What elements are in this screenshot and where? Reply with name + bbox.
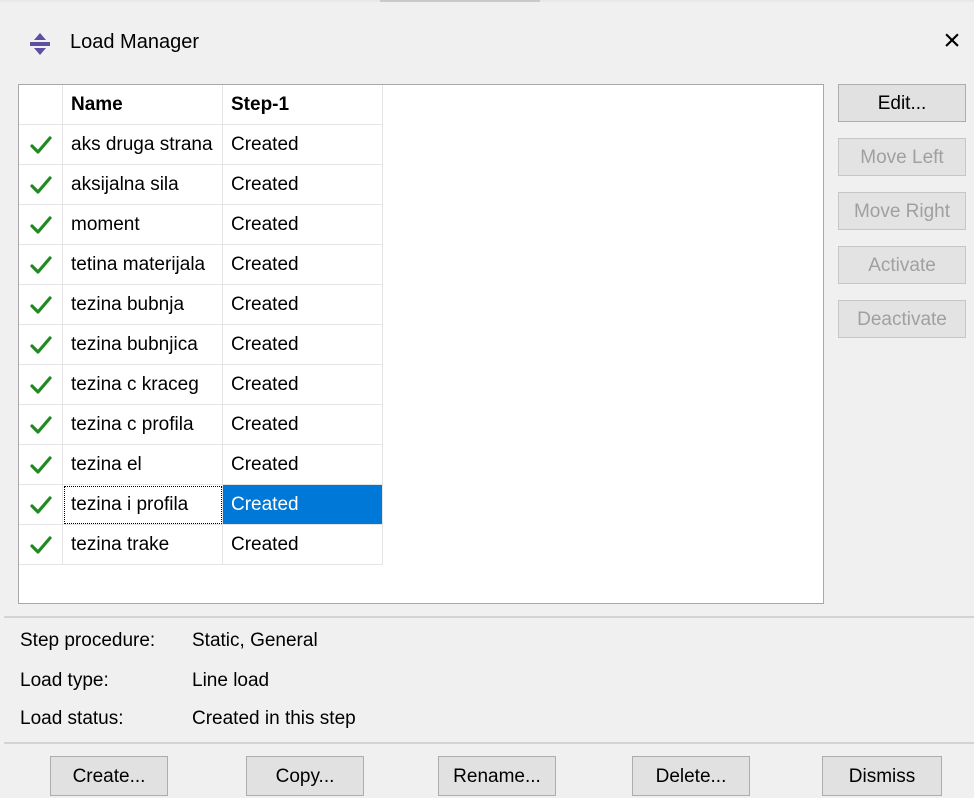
- step-status-cell[interactable]: Created: [223, 285, 383, 325]
- checkmark-icon: [29, 535, 52, 554]
- status-cell[interactable]: [19, 285, 63, 325]
- load-name-cell[interactable]: moment: [63, 205, 223, 245]
- table-row[interactable]: aks druga strana Created: [19, 125, 383, 165]
- step-status-cell[interactable]: Created: [223, 205, 383, 245]
- checkmark-icon: [29, 255, 52, 274]
- table-header: Name Step-1: [19, 85, 383, 125]
- load-name-cell[interactable]: tezina c kraceg: [63, 365, 223, 405]
- delete-button[interactable]: Delete...: [632, 756, 750, 796]
- step-status-cell[interactable]: Created: [223, 405, 383, 445]
- step-status-cell[interactable]: Created: [223, 365, 383, 405]
- load-type-value: Line load: [192, 670, 270, 691]
- title-bar: Load Manager ×: [0, 14, 974, 72]
- status-cell[interactable]: [19, 205, 63, 245]
- deactivate-button[interactable]: Deactivate: [838, 300, 966, 338]
- step-status-cell[interactable]: Created: [223, 245, 383, 285]
- edit-button[interactable]: Edit...: [838, 84, 966, 122]
- load-name-cell[interactable]: tezina trake: [63, 525, 223, 565]
- window-title: Load Manager: [70, 31, 199, 53]
- status-cell[interactable]: [19, 125, 63, 165]
- load-status-value: Created in this step: [192, 708, 356, 729]
- copy-button[interactable]: Copy...: [246, 756, 364, 796]
- table-row[interactable]: tezina el Created: [19, 445, 383, 485]
- step-procedure-label: Step procedure:: [20, 630, 156, 651]
- move-right-button[interactable]: Move Right: [838, 192, 966, 230]
- load-name-cell[interactable]: tezina i profila: [63, 485, 223, 525]
- status-cell[interactable]: [19, 405, 63, 445]
- checkmark-icon: [29, 335, 52, 354]
- status-cell[interactable]: [19, 325, 63, 365]
- load-name-cell[interactable]: tezina el: [63, 445, 223, 485]
- status-cell[interactable]: [19, 365, 63, 405]
- status-cell[interactable]: [19, 445, 63, 485]
- create-button[interactable]: Create...: [50, 756, 168, 796]
- checkmark-icon: [29, 135, 52, 154]
- table-row[interactable]: tezina c kraceg Created: [19, 365, 383, 405]
- table-row[interactable]: moment Created: [19, 205, 383, 245]
- step-status-cell[interactable]: Created: [223, 165, 383, 205]
- header-status: [19, 85, 63, 125]
- load-list[interactable]: Name Step-1 aks druga strana Created aksij…: [18, 84, 824, 604]
- load-name-cell[interactable]: tezina bubnjica: [63, 325, 223, 365]
- header-step-1[interactable]: Step-1: [223, 85, 383, 125]
- close-icon[interactable]: ×: [937, 24, 967, 58]
- table-row[interactable]: tezina bubnja Created: [19, 285, 383, 325]
- status-cell[interactable]: [19, 245, 63, 285]
- checkmark-icon: [29, 495, 52, 514]
- step-status-cell[interactable]: Created: [223, 445, 383, 485]
- window-top-border-accent: [380, 0, 540, 2]
- move-left-button[interactable]: Move Left: [838, 138, 966, 176]
- table-row[interactable]: tezina i profila Created: [19, 485, 383, 525]
- load-name-cell[interactable]: aks druga strana: [63, 125, 223, 165]
- checkmark-icon: [29, 375, 52, 394]
- checkmark-icon: [29, 215, 52, 234]
- table-row[interactable]: tetina materijala Created: [19, 245, 383, 285]
- separator: [4, 742, 974, 744]
- status-cell[interactable]: [19, 525, 63, 565]
- checkmark-icon: [29, 175, 52, 194]
- table-row[interactable]: tezina trake Created: [19, 525, 383, 565]
- table-row[interactable]: tezina c profila Created: [19, 405, 383, 445]
- load-name-cell[interactable]: tezina bubnja: [63, 285, 223, 325]
- checkmark-icon: [29, 455, 52, 474]
- status-cell[interactable]: [19, 165, 63, 205]
- table-row[interactable]: aksijalna sila Created: [19, 165, 383, 205]
- table-row[interactable]: tezina bubnjica Created: [19, 325, 383, 365]
- load-status-label: Load status:: [20, 708, 124, 729]
- step-procedure-value: Static, General: [192, 630, 318, 651]
- rename-button[interactable]: Rename...: [438, 756, 556, 796]
- step-status-cell[interactable]: Created: [223, 325, 383, 365]
- step-status-cell[interactable]: Created: [223, 525, 383, 565]
- load-name-cell[interactable]: tetina materijala: [63, 245, 223, 285]
- header-name[interactable]: Name: [63, 85, 223, 125]
- step-status-cell[interactable]: Created: [223, 485, 383, 525]
- step-status-cell[interactable]: Created: [223, 125, 383, 165]
- checkmark-icon: [29, 415, 52, 434]
- load-type-label: Load type:: [20, 670, 109, 691]
- load-manager-icon: [30, 33, 50, 55]
- checkmark-icon: [29, 295, 52, 314]
- dismiss-button[interactable]: Dismiss: [822, 756, 942, 796]
- load-name-cell[interactable]: tezina c profila: [63, 405, 223, 445]
- activate-button[interactable]: Activate: [838, 246, 966, 284]
- status-cell[interactable]: [19, 485, 63, 525]
- separator: [4, 616, 974, 618]
- load-name-cell[interactable]: aksijalna sila: [63, 165, 223, 205]
